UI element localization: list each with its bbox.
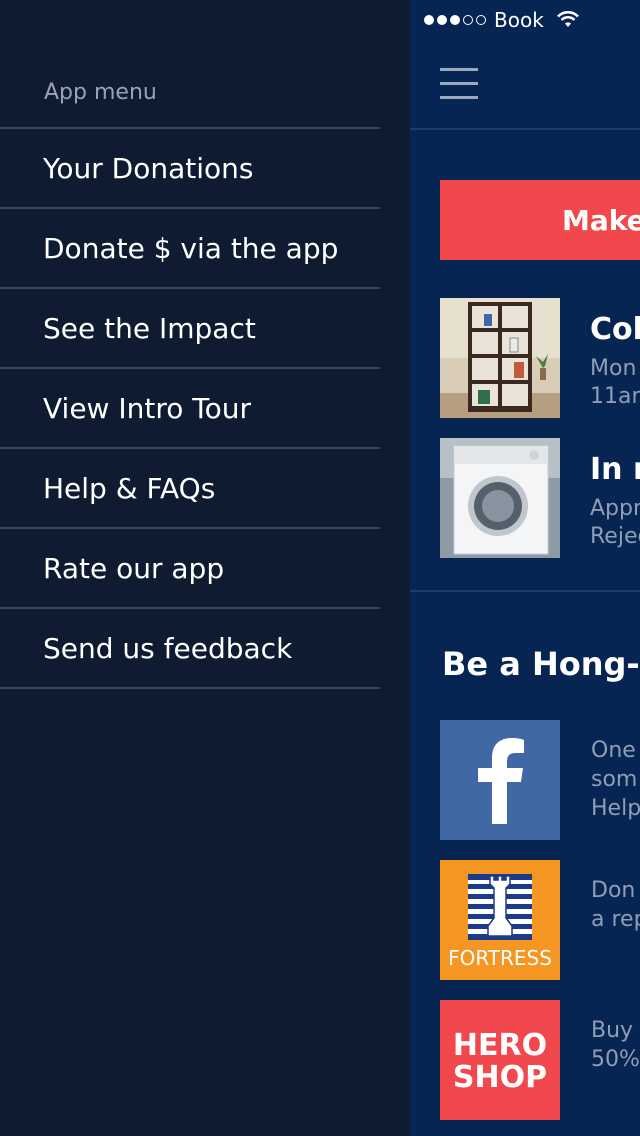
section-title: Be a Hong-I [442, 645, 640, 683]
app-screen: App menu Your Donations Donate $ via the… [0, 0, 640, 1136]
promo-item[interactable]: HERO SHOP Buy 50% [440, 1000, 640, 1120]
washing-machine-photo [440, 438, 560, 558]
fortress-logo: FORTRESS [440, 860, 560, 980]
promo-item[interactable]: One som Help [440, 720, 640, 840]
nav-bar [410, 40, 640, 130]
menu-item-send-feedback[interactable]: Send us feedback [0, 607, 380, 689]
donation-detail: Rejec [590, 524, 640, 549]
hero-shop-logo: HERO SHOP [440, 1000, 560, 1120]
signal-strength-icon [424, 15, 486, 25]
donation-title: In r [590, 452, 640, 487]
menu-item-intro-tour[interactable]: View Intro Tour [0, 367, 380, 447]
bookshelf-photo [440, 298, 560, 418]
promo-text: Buy 50% [591, 1018, 640, 1072]
donation-item[interactable]: Col Mon 11am [440, 298, 640, 418]
menu-item-your-donations[interactable]: Your Donations [0, 127, 380, 207]
donation-detail: 11am [590, 384, 640, 409]
fortress-label: FORTRESS [448, 946, 552, 970]
donation-title: Col [590, 312, 640, 347]
promo-item[interactable]: FORTRESS Don a rep [440, 860, 640, 980]
status-bar: Book [410, 0, 640, 40]
section-divider [410, 590, 640, 592]
side-menu: App menu Your Donations Donate $ via the… [0, 0, 410, 1136]
hamburger-menu-icon[interactable] [440, 68, 478, 100]
promo-text: Don a rep [591, 878, 640, 932]
facebook-icon [440, 720, 560, 840]
make-donation-button[interactable]: Make [440, 180, 640, 260]
donation-item[interactable]: In r Appr Rejec [440, 438, 640, 558]
donation-detail: Mon [590, 356, 637, 381]
main-panel[interactable]: Book Make Col Mon 11a In Appr Reje Be a … [410, 0, 640, 1136]
menu-item-donate-via-app[interactable]: Donate $ via the app [0, 207, 380, 287]
menu-list: Your Donations Donate $ via the app See … [0, 127, 380, 689]
menu-item-help-faqs[interactable]: Help & FAQs [0, 447, 380, 527]
wifi-icon [556, 11, 579, 27]
menu-item-rate-app[interactable]: Rate our app [0, 527, 380, 607]
donation-detail: Appr [590, 496, 640, 521]
promo-text: One som Help [591, 738, 640, 821]
menu-header: App menu [44, 80, 157, 105]
menu-item-see-impact[interactable]: See the Impact [0, 287, 380, 367]
carrier-name: Book [494, 8, 544, 32]
